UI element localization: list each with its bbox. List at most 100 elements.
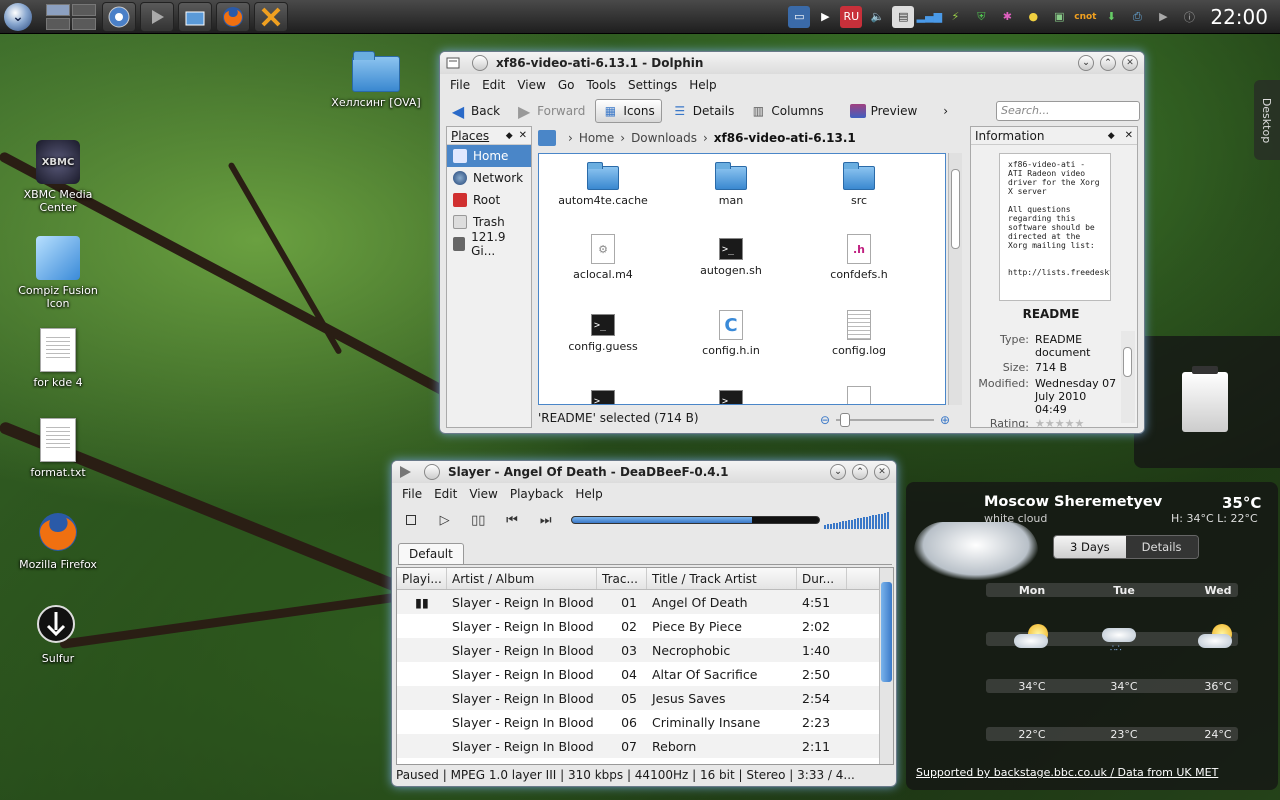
toolbar-overflow-button[interactable]: › <box>937 101 954 121</box>
keyboard-layout-icon[interactable]: RU <box>840 5 863 28</box>
menu-view[interactable]: View <box>463 487 503 501</box>
place-network[interactable]: Network <box>447 167 531 189</box>
menu-settings[interactable]: Settings <box>622 78 683 92</box>
details-view-button[interactable]: ☰ Details <box>666 100 741 122</box>
file-view-scrollbar[interactable] <box>948 153 962 405</box>
menu-view[interactable]: View <box>511 78 551 92</box>
menu-file[interactable]: File <box>396 487 428 501</box>
minimize-button[interactable]: ⌄ <box>830 464 846 480</box>
breadcrumb-downloads[interactable]: Downloads <box>631 131 697 145</box>
pager-desktop-3[interactable] <box>46 17 70 30</box>
panel-close-icon[interactable]: ✕ <box>519 130 527 141</box>
kickoff-launcher-button[interactable]: ⌄ <box>0 2 36 32</box>
columns-view-button[interactable]: ▥ Columns <box>744 100 829 122</box>
window-menu-button[interactable] <box>424 464 440 480</box>
media-play-icon[interactable]: ▶ <box>814 6 836 28</box>
cnot-tray-icon[interactable]: cnot <box>1074 6 1096 28</box>
shield-icon[interactable]: ⛨ <box>970 6 992 28</box>
clock[interactable]: 22:00 <box>1202 5 1280 29</box>
file-item[interactable]: >_ autogen.sh <box>667 234 795 277</box>
file-item[interactable]: config.log <box>795 310 923 357</box>
forward-button[interactable]: ▶ Forward <box>510 100 591 122</box>
weather-footer-link[interactable]: Supported by backstage.bbc.co.uk / Data … <box>916 766 1242 779</box>
file-item[interactable]: autom4te.cache <box>539 160 667 207</box>
file-item[interactable]: >_ <box>539 386 667 404</box>
maximize-button[interactable]: ⌃ <box>1100 55 1116 71</box>
close-button[interactable]: ✕ <box>1122 55 1138 71</box>
desktop-icon-hellsing[interactable]: Хеллсинг [OVA] <box>328 51 424 109</box>
task-cnot[interactable] <box>254 1 288 32</box>
close-button[interactable]: ✕ <box>874 464 890 480</box>
network-signal-icon[interactable]: ▂▄▆ <box>917 6 942 28</box>
expand-tray-icon[interactable]: ▶ <box>1152 6 1174 28</box>
home-breadcrumb-icon[interactable] <box>538 130 556 146</box>
desktop-icon-for-kde4[interactable]: for kde 4 <box>10 328 106 389</box>
virtual-desktop-pager[interactable] <box>46 3 96 30</box>
rating-stars-icon[interactable]: ★★★★★ <box>1035 417 1119 427</box>
table-row[interactable]: Slayer - Reign In Blood 06 Criminally Insa… <box>397 710 893 734</box>
tab-default[interactable]: Default <box>398 543 464 564</box>
search-input[interactable]: Search... <box>996 101 1140 121</box>
table-row[interactable]: Slayer - Reign In Blood 02 Piece By Piece 2… <box>397 614 893 638</box>
table-row[interactable]: Slayer - Reign In Blood 05 Jesus Saves 2:54 <box>397 686 893 710</box>
place-home[interactable]: Home <box>447 145 531 167</box>
scrollbar-thumb[interactable] <box>951 169 960 249</box>
printer-icon[interactable]: ⎙ <box>1126 6 1148 28</box>
volume-bar[interactable] <box>823 511 890 529</box>
playlist[interactable]: Playi... Artist / Album Trac... Title / … <box>396 567 894 765</box>
info-icon[interactable]: ⓘ <box>1178 6 1200 28</box>
column-artist-album[interactable]: Artist / Album <box>447 568 597 589</box>
menu-go[interactable]: Go <box>552 78 581 92</box>
file-item[interactable]: >_ <box>667 386 795 404</box>
desktop-icon-sulfur[interactable]: Sulfur <box>10 604 106 665</box>
zoom-slider-handle[interactable] <box>840 413 851 427</box>
tab-3-days[interactable]: 3 Days <box>1054 536 1126 558</box>
tab-details[interactable]: Details <box>1125 536 1198 558</box>
weather-tray-icon[interactable]: ● <box>1022 6 1044 28</box>
back-button[interactable]: ◀ Back <box>444 100 506 122</box>
menu-tools[interactable]: Tools <box>580 78 622 92</box>
pager-desktop-2[interactable] <box>72 3 96 16</box>
menu-playback[interactable]: Playback <box>504 487 570 501</box>
info-scrollbar[interactable] <box>1121 331 1135 423</box>
column-track[interactable]: Trac... <box>597 568 647 589</box>
file-item[interactable]: >_ config.guess <box>539 310 667 353</box>
zoom-in-icon[interactable]: ⊕ <box>940 413 950 427</box>
trash-widget[interactable] <box>1134 336 1280 468</box>
file-item[interactable]: src <box>795 160 923 207</box>
table-row[interactable]: Slayer - Reign In Blood 07 Reborn 2:11 <box>397 734 893 758</box>
file-item[interactable]: ⚙ aclocal.m4 <box>539 234 667 281</box>
file-view[interactable]: autom4te.cache man src ⚙ aclocal.m4 >_ aut… <box>538 153 946 405</box>
playlist-scrollbar[interactable] <box>879 568 893 764</box>
breadcrumb-home[interactable]: Home <box>579 131 614 145</box>
clipboard-icon[interactable]: ▤ <box>892 5 915 28</box>
menu-file[interactable]: File <box>444 78 476 92</box>
table-row[interactable]: ▮▮ Slayer - Reign In Blood 01 Angel Of Deat… <box>397 590 893 614</box>
file-item[interactable]: man <box>667 160 795 207</box>
maximize-button[interactable]: ⌃ <box>852 464 868 480</box>
column-duration[interactable]: Dur... <box>797 568 847 589</box>
window-menu-button[interactable] <box>472 55 488 71</box>
seek-bar[interactable] <box>570 516 820 524</box>
icons-view-button[interactable]: ▦ Icons <box>595 99 662 123</box>
desktop-toolbox-tab[interactable]: Desktop <box>1254 80 1280 160</box>
preview-button[interactable]: Preview <box>844 101 924 121</box>
previous-button[interactable]: ⏮ <box>499 509 525 531</box>
file-item[interactable]: .h confdefs.h <box>795 234 923 281</box>
scrollbar-thumb[interactable] <box>881 582 892 682</box>
bluetooth-icon[interactable]: ✱ <box>996 6 1018 28</box>
volume-icon[interactable]: 🔈 <box>866 6 888 28</box>
zoom-slider[interactable]: ⊖ ⊕ <box>820 412 950 428</box>
menu-edit[interactable]: Edit <box>476 78 511 92</box>
player-titlebar[interactable]: Slayer - Angel Of Death - DeaDBeeF-0.4.1… <box>392 461 896 483</box>
menu-help[interactable]: Help <box>569 487 608 501</box>
file-item[interactable] <box>795 386 923 404</box>
task-firefox[interactable] <box>216 1 250 32</box>
pause-button[interactable]: ▯▯ <box>465 509 491 531</box>
panel-float-icon[interactable]: ◆ <box>506 131 513 141</box>
place-root[interactable]: Root <box>447 189 531 211</box>
task-player[interactable] <box>140 1 174 32</box>
column-playing[interactable]: Playi... <box>397 568 447 589</box>
zoom-out-icon[interactable]: ⊖ <box>820 413 830 427</box>
task-browser[interactable] <box>102 1 136 32</box>
